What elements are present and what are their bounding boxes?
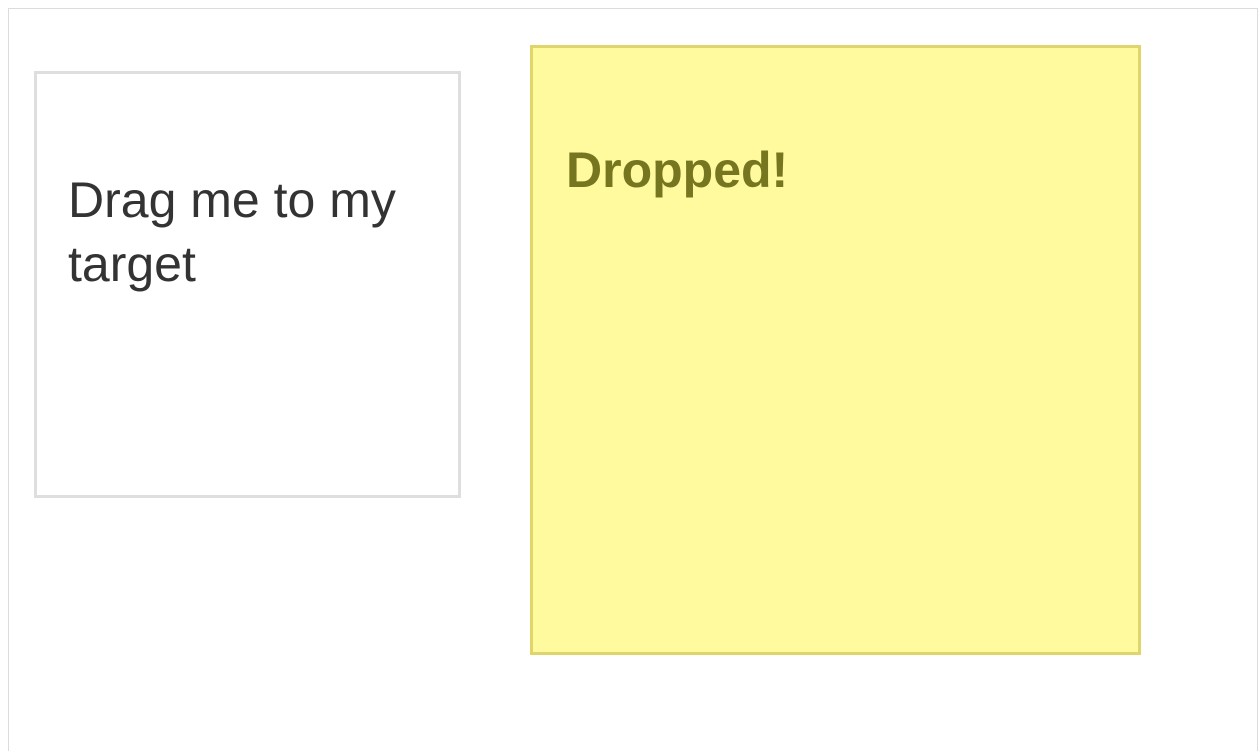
- draggable-box[interactable]: Drag me to my target: [34, 71, 461, 498]
- draggable-label: Drag me to my target: [68, 172, 396, 292]
- drop-target-label: Dropped!: [566, 142, 789, 198]
- drop-target[interactable]: Dropped!: [530, 45, 1141, 655]
